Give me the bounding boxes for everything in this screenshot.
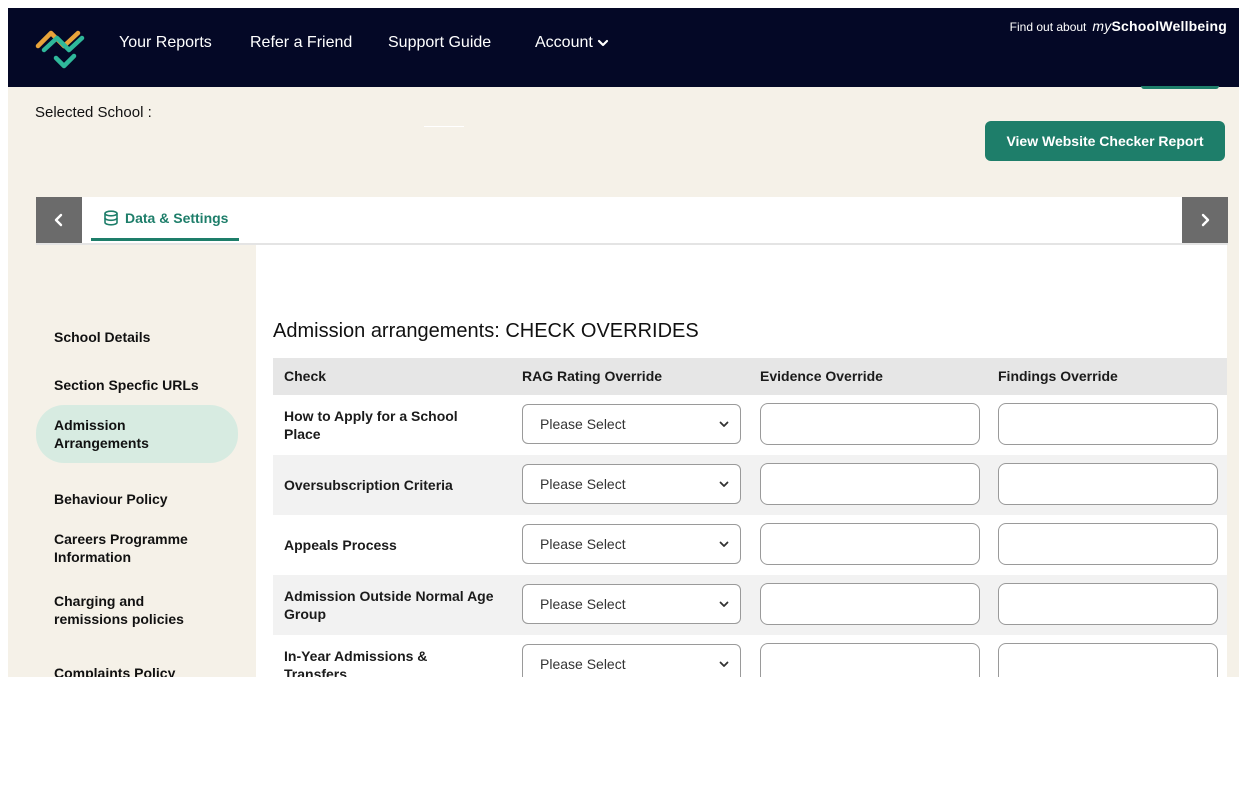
header-button-edge	[1141, 86, 1219, 89]
top-navigation: Your Reports Refer a Friend Support Guid…	[8, 8, 1239, 87]
select-value: Please Select	[540, 596, 626, 612]
chevron-down-icon	[597, 39, 608, 47]
chevron-down-icon	[719, 661, 729, 667]
check-name: Appeals Process	[284, 537, 397, 553]
column-header-findings: Findings Override	[998, 368, 1118, 384]
sidebar-item-section-specific-urls[interactable]: Section Specfic URLs	[36, 375, 238, 395]
check-name: Admission Outside Normal Age Group	[284, 588, 494, 622]
rag-rating-select[interactable]: Please Select	[522, 464, 741, 504]
rag-rating-select[interactable]: Please Select	[522, 404, 741, 444]
rag-rating-select[interactable]: Please Select	[522, 524, 741, 564]
evidence-override-input[interactable]	[760, 583, 980, 625]
chevron-down-icon	[719, 421, 729, 427]
chevron-right-icon	[1201, 213, 1210, 227]
check-overrides-table: Check RAG Rating Override Evidence Overr…	[273, 358, 1227, 677]
nav-account-menu[interactable]: Account	[535, 33, 609, 53]
table-row: Admission Outside Normal Age Group Pleas…	[273, 575, 1227, 635]
table-row: Oversubscription Criteria Please Select	[273, 455, 1227, 515]
findings-override-input[interactable]	[998, 523, 1218, 565]
section-title: Admission arrangements: CHECK OVERRIDES	[273, 320, 699, 342]
evidence-override-input[interactable]	[760, 463, 980, 505]
evidence-override-input[interactable]	[760, 523, 980, 565]
chevron-down-icon	[719, 541, 729, 547]
column-header-rag: RAG Rating Override	[522, 368, 663, 384]
evidence-override-input[interactable]	[760, 643, 980, 677]
select-value: Please Select	[540, 416, 626, 432]
tab-bar: Data & Settings	[36, 197, 1228, 245]
rag-rating-select[interactable]: Please Select	[522, 584, 741, 624]
tab-data-settings[interactable]: Data & Settings	[91, 197, 239, 241]
find-out-text: Find out about	[1009, 20, 1087, 34]
rag-rating-select[interactable]: Please Select	[522, 644, 741, 677]
findings-override-input[interactable]	[998, 463, 1218, 505]
school-name-underline	[424, 126, 464, 127]
table-header: Check RAG Rating Override Evidence Overr…	[273, 358, 1227, 395]
database-icon	[104, 209, 118, 226]
findings-override-input[interactable]	[998, 643, 1218, 677]
tab-prev-button[interactable]	[36, 197, 82, 243]
findings-override-input[interactable]	[998, 583, 1218, 625]
account-label: Account	[535, 34, 593, 51]
table-row: In-Year Admissions & Transfers Please Se…	[273, 635, 1227, 677]
chevron-left-icon	[54, 213, 63, 227]
table-row: Appeals Process Please Select	[273, 515, 1227, 575]
column-header-evidence: Evidence Override	[760, 368, 883, 384]
sidebar-item-admission-arrangements[interactable]: Admission Arrangements	[36, 405, 238, 463]
logo-icon[interactable]	[34, 24, 86, 70]
nav-link-your-reports[interactable]: Your Reports	[119, 33, 212, 53]
brand-prefix: my	[1092, 18, 1112, 34]
tab-next-button[interactable]	[1182, 197, 1228, 243]
chevron-down-icon	[719, 601, 729, 607]
check-name: Oversubscription Criteria	[284, 477, 453, 493]
sidebar-item-complaints-policy[interactable]: Complaints Policy	[36, 663, 238, 677]
tab-label: Data & Settings	[125, 209, 229, 226]
find-out-link[interactable]: Find out about mySchoolWellbeing	[1010, 18, 1227, 34]
check-name: In-Year Admissions & Transfers	[284, 648, 428, 677]
sidebar: School Details Section Specfic URLs Admi…	[36, 245, 256, 677]
app-root: Your Reports Refer a Friend Support Guid…	[8, 8, 1239, 677]
column-header-check: Check	[284, 368, 327, 384]
check-name: How to Apply for a School Place	[284, 408, 458, 442]
findings-override-input[interactable]	[998, 403, 1218, 445]
sidebar-item-careers-programme[interactable]: Careers Programme Information	[36, 529, 238, 567]
brand-suffix: SchoolWellbeing	[1111, 18, 1227, 34]
sidebar-item-school-details[interactable]: School Details	[36, 327, 238, 347]
nav-link-refer-a-friend[interactable]: Refer a Friend	[250, 33, 352, 53]
selected-school-label: Selected School :	[35, 104, 152, 121]
chevron-down-icon	[719, 481, 729, 487]
select-value: Please Select	[540, 536, 626, 552]
table-row: How to Apply for a School Place Please S…	[273, 395, 1227, 455]
nav-link-support-guide[interactable]: Support Guide	[388, 33, 491, 53]
evidence-override-input[interactable]	[760, 403, 980, 445]
select-value: Please Select	[540, 656, 626, 672]
brand-name: mySchoolWellbeing	[1092, 18, 1227, 34]
select-value: Please Select	[540, 476, 626, 492]
main-content: Admission arrangements: CHECK OVERRIDES …	[256, 245, 1227, 677]
sidebar-item-behaviour-policy[interactable]: Behaviour Policy	[36, 489, 238, 509]
view-website-checker-report-button[interactable]: View Website Checker Report	[985, 121, 1225, 161]
sidebar-item-charging-remissions[interactable]: Charging and remissions policies	[36, 591, 238, 629]
